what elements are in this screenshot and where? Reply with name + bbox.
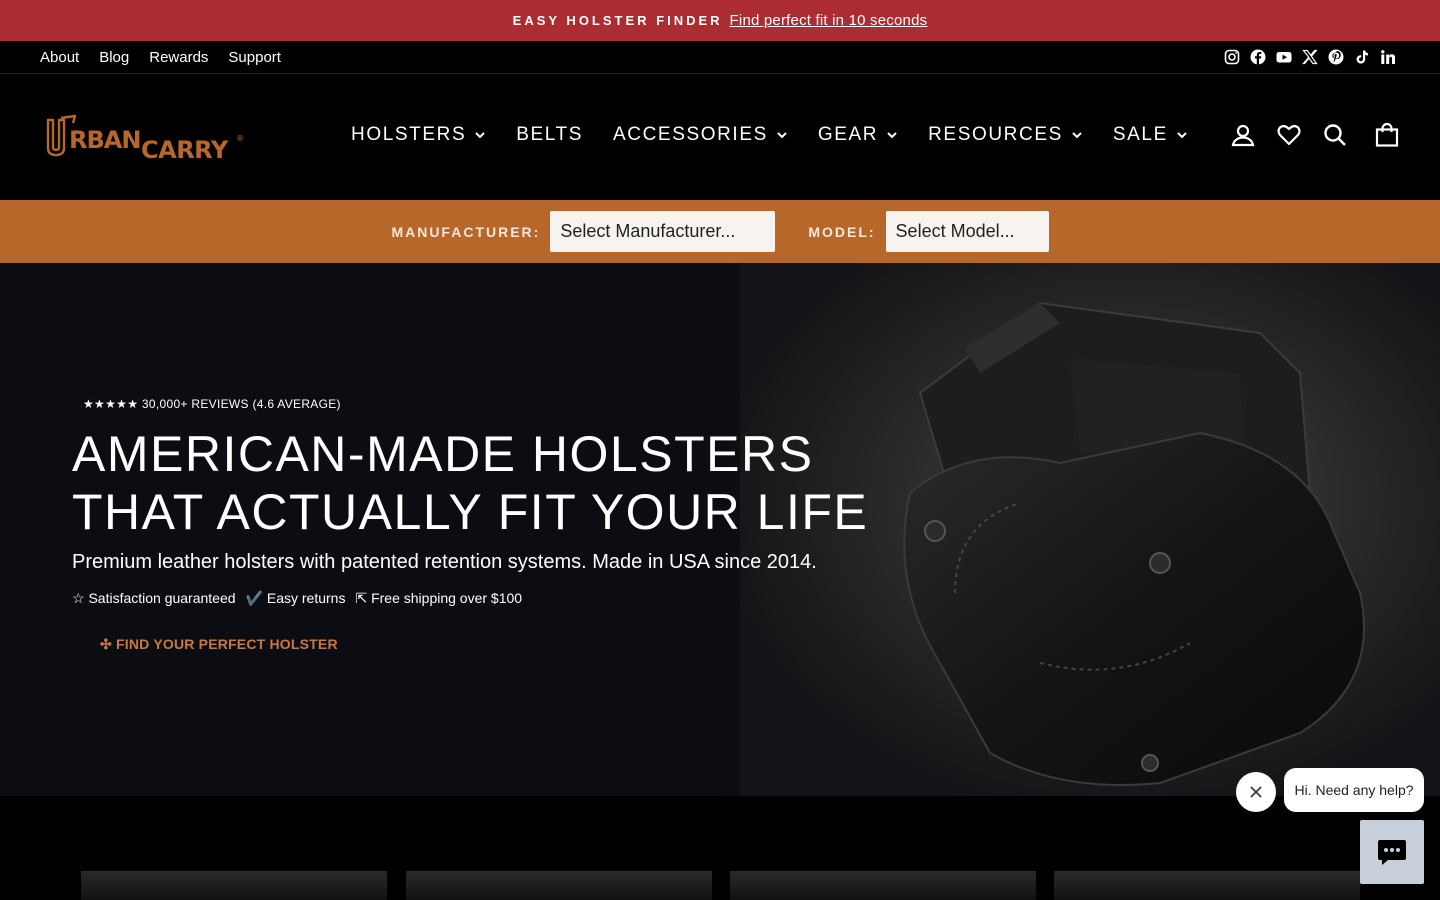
product-card[interactable]	[81, 871, 387, 900]
social-links	[1224, 49, 1400, 65]
nav-gear-label: GEAR	[817, 124, 879, 145]
manufacturer-select[interactable]: Select Manufacturer...	[550, 211, 776, 252]
chevron-down-icon	[1072, 132, 1082, 139]
chat-message-bubble[interactable]: Hi. Need any help?	[1284, 768, 1424, 812]
model-label: MODEL:	[808, 223, 876, 240]
utility-link-blog[interactable]: Blog	[99, 49, 129, 66]
x-icon[interactable]	[1302, 49, 1318, 65]
cart-icon[interactable]	[1374, 122, 1400, 148]
perk-satisfaction: ☆ Satisfaction guaranteed	[72, 590, 236, 606]
hero-perks: ☆ Satisfaction guaranteed ✔️ Easy return…	[72, 590, 522, 607]
perk-returns: ✔️ Easy returns	[245, 590, 346, 606]
pinterest-icon[interactable]	[1328, 49, 1344, 65]
announcement-bar: EASY HOLSTER FINDER Find perfect fit in …	[0, 0, 1440, 41]
facebook-icon[interactable]	[1250, 49, 1266, 65]
instagram-icon[interactable]	[1224, 49, 1240, 65]
manufacturer-label: MANUFACTURER:	[391, 223, 541, 240]
urban-carry-logo[interactable]: RBAN CARRY ®	[45, 114, 247, 164]
hero-section: ★★★★★ 30,000+ REVIEWS (4.6 AVERAGE) AMER…	[0, 263, 1440, 796]
nav-gear[interactable]: GEAR	[818, 124, 898, 146]
nav-sale[interactable]: SALE	[1113, 124, 1188, 146]
chevron-down-icon	[887, 132, 897, 139]
perk-shipping: ⇱ Free shipping over $100	[355, 590, 523, 606]
product-grid-section	[0, 796, 1440, 900]
nav-resources-label: RESOURCES	[928, 124, 1063, 145]
chat-icon	[1378, 840, 1406, 865]
product-card[interactable]	[406, 871, 712, 900]
nav-accessories[interactable]: ACCESSORIES	[613, 124, 788, 146]
account-icon[interactable]	[1230, 122, 1256, 148]
find-holster-button[interactable]: ✣ FIND YOUR PERFECT HOLSTER	[100, 636, 338, 653]
product-card[interactable]	[1054, 871, 1360, 900]
header-actions	[1230, 122, 1400, 148]
nav-sale-label: SALE	[1112, 124, 1168, 145]
nav-holsters[interactable]: HOLSTERS	[351, 124, 486, 146]
hero-title: AMERICAN-MADE HOLSTERS THAT ACTUALLY FIT…	[72, 426, 869, 540]
announcement-label: EASY HOLSTER FINDER	[512, 13, 723, 28]
linkedin-icon[interactable]	[1380, 49, 1396, 65]
site-header: RBAN CARRY ® HOLSTERS BELTS ACCESSORIES …	[0, 74, 1440, 200]
utility-link-rewards[interactable]: Rewards	[149, 49, 208, 66]
wishlist-icon[interactable]	[1276, 122, 1302, 148]
chevron-down-icon	[777, 132, 787, 139]
tiktok-icon[interactable]	[1354, 49, 1370, 65]
nav-resources[interactable]: RESOURCES	[928, 124, 1083, 146]
utility-link-support[interactable]: Support	[228, 49, 281, 66]
chat-close-button[interactable]	[1236, 772, 1276, 812]
svg-text:RBAN: RBAN	[69, 126, 140, 154]
chevron-down-icon	[1177, 132, 1187, 139]
product-card[interactable]	[730, 871, 1036, 900]
nav-accessories-label: ACCESSORIES	[613, 124, 768, 145]
chevron-down-icon	[475, 132, 485, 139]
model-select[interactable]: Select Model...	[885, 211, 1049, 252]
nav-belts[interactable]: BELTS	[516, 124, 583, 146]
announcement-link[interactable]: Find perfect fit in 10 seconds	[730, 12, 928, 29]
reviews-summary: ★★★★★ 30,000+ REVIEWS (4.6 AVERAGE)	[83, 397, 341, 411]
hero-subtitle: Premium leather holsters with patented r…	[72, 551, 817, 573]
holster-finder-bar: MANUFACTURER: Select Manufacturer... MOD…	[0, 200, 1440, 263]
utility-links: About Blog Rewards Support	[40, 49, 281, 66]
nav-holsters-label: HOLSTERS	[351, 124, 467, 145]
youtube-icon[interactable]	[1276, 49, 1292, 65]
chat-open-button[interactable]	[1360, 820, 1424, 884]
main-nav: HOLSTERS BELTS ACCESSORIES GEAR RESOURCE…	[351, 124, 1188, 146]
nav-belts-label: BELTS	[516, 124, 583, 145]
utility-link-about[interactable]: About	[40, 49, 79, 66]
svg-text:CARRY: CARRY	[141, 136, 229, 160]
utility-bar: About Blog Rewards Support	[0, 41, 1440, 74]
close-icon	[1250, 786, 1262, 798]
search-icon[interactable]	[1322, 122, 1348, 148]
svg-text:®: ®	[236, 134, 244, 143]
